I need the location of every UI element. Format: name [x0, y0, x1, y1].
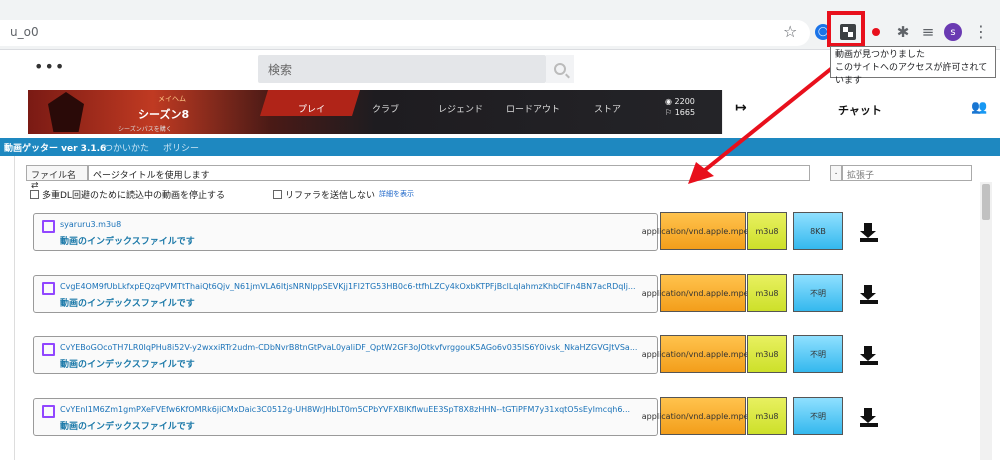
scrollbar-thumb[interactable]: [982, 184, 990, 220]
mime-type-text: application/vnd.apple.mpegurl: [641, 288, 765, 298]
video-row[interactable]: CvYEnI1M6Zm1gmPXeFVEfw6KfOMRk6jiCMxDaic3…: [33, 398, 658, 436]
size-text: 8KB: [810, 226, 826, 236]
banner-stat-1: 2200: [674, 97, 695, 106]
collapse-chat-icon[interactable]: ↦: [735, 100, 747, 116]
size-text: 不明: [810, 349, 826, 359]
mime-type-cell: application/vnd.apple.mpegurl: [642, 274, 764, 312]
banner-nav-play[interactable]: プレイ: [298, 102, 325, 115]
download-icon[interactable]: [860, 223, 880, 243]
banner-season-top: メイヘム: [158, 95, 186, 103]
stop-video-label: 多重DL回避のために読込中の動画を停止する: [42, 190, 225, 201]
video-description: 動画のインデックスファイルです: [60, 237, 195, 247]
search-placeholder: 検索: [268, 63, 293, 77]
banner-stats: ◉ 2200 ⚐ 1665: [665, 97, 696, 117]
download-icon[interactable]: [860, 346, 880, 366]
video-row[interactable]: CvYEBoGOcoTH7LR0IqPHu8i52V-y2wxxiRTr2udm…: [33, 336, 658, 374]
video-filename[interactable]: syaruru3.m3u8: [60, 220, 655, 229]
video-row[interactable]: CvgE4OM9fUbLkfxpEQzqPVMTtThaiQt6Qjv_N61j…: [33, 275, 658, 313]
browser-toolbar: u_o0 ☆ ◯ ✱ ≡ s ⋮: [0, 0, 1000, 50]
getter-title: 動画ゲッター ver 3.1.6: [4, 144, 107, 154]
browser-menu-icon[interactable]: ⋮: [973, 22, 989, 41]
video-description: 動画のインデックスファイルです: [60, 299, 195, 309]
no-referrer-label: リファラを送信しない: [285, 190, 376, 201]
extension-input[interactable]: 拡張子: [842, 165, 972, 181]
record-dot-icon[interactable]: [866, 22, 886, 42]
banner-stat-2: 1665: [674, 108, 696, 117]
checkbox-box[interactable]: [30, 189, 39, 199]
mime-type-cell: application/vnd.apple.mpegurl: [642, 335, 764, 373]
tooltip-line-1: 動画が見つかりました: [835, 50, 926, 60]
video-row[interactable]: syaruru3.m3u8 動画のインデックスファイルです: [33, 213, 658, 251]
more-menu-icon[interactable]: •••: [34, 57, 65, 76]
format-text: m3u8: [755, 288, 779, 298]
banner-nav-store[interactable]: ストア: [594, 102, 621, 115]
address-bar[interactable]: u_o0: [0, 20, 810, 46]
getter-help-link[interactable]: つかいかた: [104, 141, 149, 154]
format-text: m3u8: [755, 411, 779, 421]
chat-title: チャット: [838, 104, 882, 117]
format-cell: m3u8: [747, 335, 787, 373]
video-filename[interactable]: CvYEBoGOcoTH7LR0IqPHu8i52V-y2wxxiRTr2udm…: [60, 343, 655, 352]
mime-type-text: application/vnd.apple.mpegurl: [641, 226, 765, 236]
media-control-icon[interactable]: ≡: [918, 22, 938, 42]
highlight-frame: [827, 11, 865, 47]
video-description: 動画のインデックスファイルです: [60, 360, 195, 370]
video-description: 動画のインデックスファイルです: [60, 422, 195, 432]
size-cell: 不明: [793, 335, 843, 373]
banner-nav-loadout[interactable]: ロードアウト: [506, 102, 560, 115]
format-cell: m3u8: [747, 397, 787, 435]
search-button[interactable]: [546, 55, 574, 83]
twitch-icon: [42, 282, 55, 295]
extension-tooltip: 動画が見つかりました このサイトへのアクセスが許可されています: [830, 46, 996, 86]
size-text: 不明: [810, 411, 826, 421]
video-filename[interactable]: CvYEnI1M6Zm1gmPXeFVEfw6KfOMRk6jiCMxDaic3…: [60, 405, 655, 414]
bookmark-star-icon[interactable]: ☆: [783, 22, 797, 41]
game-logo-icon: [48, 92, 84, 132]
panel-scrollbar[interactable]: [980, 182, 992, 460]
mime-type-cell: application/vnd.apple.mpegurl: [642, 397, 764, 435]
format-cell: m3u8: [747, 274, 787, 312]
download-icon[interactable]: [860, 285, 880, 305]
banner-subtext: シーズンパスを購く: [118, 126, 172, 133]
tooltip-line-2: このサイトへのアクセスが許可されています: [835, 63, 988, 86]
address-text: u_o0: [10, 25, 39, 39]
size-cell: 不明: [793, 397, 843, 435]
twitch-icon: [42, 343, 55, 356]
format-text: m3u8: [755, 226, 779, 236]
size-cell: 不明: [793, 274, 843, 312]
chat-users-icon[interactable]: 👥: [971, 100, 987, 115]
game-banner: メイヘム シーズン8 シーズンパスを購く プレイ クラブ レジェンド ロードアウ…: [28, 90, 722, 134]
getter-policy-link[interactable]: ポリシー: [163, 141, 199, 154]
size-text: 不明: [810, 288, 826, 298]
banner-nav-legends[interactable]: レジェンド: [438, 102, 483, 115]
size-cell: 8KB: [793, 212, 843, 250]
filename-label[interactable]: ファイル名 ⇄: [26, 165, 88, 191]
mime-type-cell: application/vnd.apple.mpegurl: [642, 212, 764, 250]
banner-season: シーズン8: [138, 108, 190, 121]
format-cell: m3u8: [747, 212, 787, 250]
mime-type-text: application/vnd.apple.mpegurl: [641, 349, 765, 359]
chat-panel-header: ↦ チャット 👥: [722, 90, 1000, 134]
detail-link[interactable]: 詳細を表示: [379, 189, 414, 199]
filename-input[interactable]: ページタイトルを使用します: [88, 165, 810, 181]
banner-nav-club[interactable]: クラブ: [372, 102, 399, 115]
download-icon[interactable]: [860, 408, 880, 428]
checkbox-box[interactable]: [273, 189, 282, 199]
twitch-icon: [42, 405, 55, 418]
site-search-input[interactable]: 検索: [258, 55, 546, 83]
twitch-icon: [42, 220, 55, 233]
format-text: m3u8: [755, 349, 779, 359]
extensions-puzzle-icon[interactable]: ✱: [893, 22, 913, 42]
extension-dot-label: .: [830, 165, 842, 181]
profile-avatar[interactable]: s: [944, 23, 962, 41]
no-referrer-checkbox[interactable]: リファラを送信しない 詳細を表示: [273, 188, 414, 201]
video-filename[interactable]: CvgE4OM9fUbLkfxpEQzqPVMTtThaiQt6Qjv_N61j…: [60, 282, 655, 291]
stop-video-checkbox[interactable]: 多重DL回避のために読込中の動画を停止する: [30, 188, 225, 201]
mime-type-text: application/vnd.apple.mpegurl: [641, 411, 765, 421]
search-icon: [554, 63, 566, 75]
getter-title-bar: 動画ゲッター ver 3.1.6 つかいかた ポリシー: [0, 138, 1000, 156]
